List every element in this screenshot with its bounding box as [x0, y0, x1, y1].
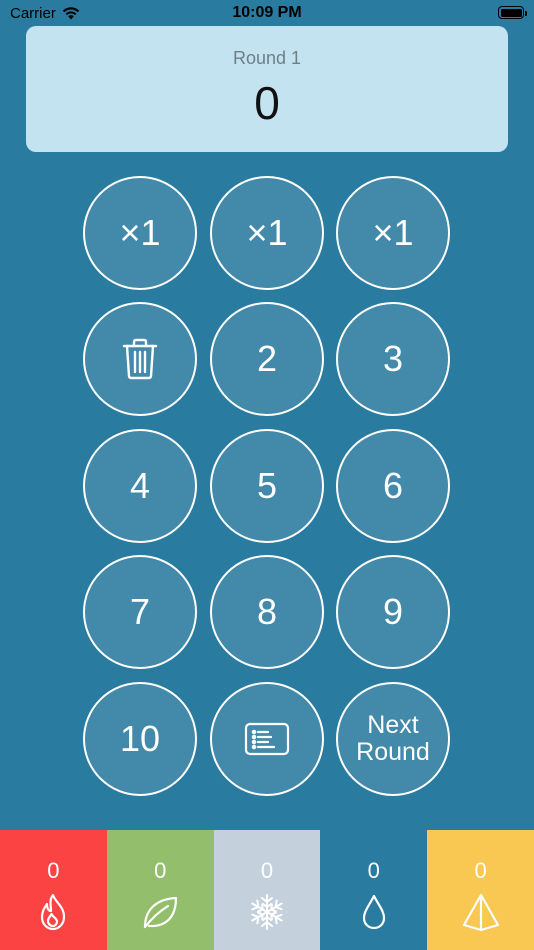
trash-icon: [122, 338, 158, 380]
score-card: Round 1 0: [26, 26, 508, 152]
carrier-indicator: Carrier: [10, 5, 80, 22]
element-bar: 0 0 0 0 0: [0, 830, 534, 950]
score-list-icon: [244, 722, 290, 756]
digit-button-5[interactable]: 5: [210, 429, 324, 543]
element-leaf[interactable]: 0: [106, 830, 214, 950]
next-round-button[interactable]: Next Round: [336, 682, 450, 796]
delete-button[interactable]: [83, 302, 197, 416]
digit-button-9[interactable]: 9: [336, 555, 450, 669]
element-count: 0: [367, 858, 380, 883]
snowflake-icon: [248, 894, 286, 930]
next-round-label: Next Round: [356, 710, 430, 766]
element-fire[interactable]: 0: [0, 830, 107, 950]
status-bar: Carrier 10:09 PM: [0, 0, 534, 28]
wifi-icon: [62, 7, 80, 20]
element-water[interactable]: 0: [320, 830, 428, 950]
digit-button-2[interactable]: 2: [210, 302, 324, 416]
droplet-icon: [362, 894, 385, 930]
element-crystal[interactable]: 0: [427, 830, 534, 950]
element-count: 0: [260, 858, 274, 883]
multiplier-button-1[interactable]: ×1: [83, 176, 197, 290]
digit-button-6[interactable]: 6: [336, 429, 450, 543]
clock: 10:09 PM: [232, 4, 302, 21]
element-count: 0: [154, 858, 167, 883]
multiplier-button-3[interactable]: ×1: [336, 176, 450, 290]
element-count: 0: [474, 858, 487, 883]
leaf-icon: [144, 896, 178, 929]
digit-button-8[interactable]: 8: [210, 555, 324, 669]
score-log-button[interactable]: [210, 682, 324, 796]
multiplier-button-2[interactable]: ×1: [210, 176, 324, 290]
round-score: 0: [254, 77, 280, 129]
digit-button-10[interactable]: 10: [83, 682, 197, 796]
digit-button-4[interactable]: 4: [83, 429, 197, 543]
carrier-label: Carrier: [10, 5, 56, 22]
digit-button-7[interactable]: 7: [83, 555, 197, 669]
round-label: Round 1: [232, 48, 302, 68]
digit-button-3[interactable]: 3: [336, 302, 450, 416]
element-ice[interactable]: 0: [213, 830, 321, 950]
battery-icon: [498, 6, 527, 19]
element-count: 0: [47, 858, 60, 883]
pyramid-icon: [462, 893, 499, 932]
flame-icon: [41, 893, 66, 931]
